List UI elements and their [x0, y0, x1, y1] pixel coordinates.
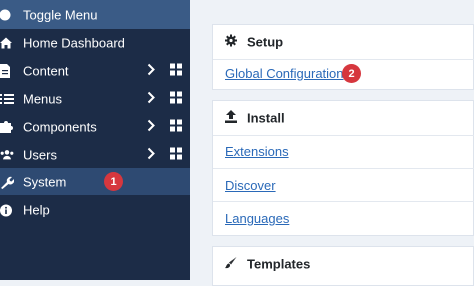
- languages-link[interactable]: Languages: [225, 211, 289, 226]
- sidebar-item-components[interactable]: Components: [0, 113, 190, 141]
- home-icon: [0, 29, 14, 57]
- sidebar-item-users[interactable]: Users: [0, 141, 190, 169]
- sidebar-item-label: Home Dashboard: [23, 35, 125, 51]
- sidebar-item-menus[interactable]: Menus: [0, 85, 190, 113]
- brush-icon: [225, 257, 237, 272]
- sidebar-item-label: Help: [23, 202, 50, 218]
- chevron-right-icon[interactable]: [147, 147, 155, 163]
- puzzle-icon: [0, 113, 14, 141]
- chevron-right-icon[interactable]: [147, 63, 155, 79]
- sidebar-item-label: Content: [23, 63, 69, 79]
- install-card-header: Install: [213, 101, 474, 135]
- users-icon: [0, 141, 14, 169]
- sidebar: Toggle Menu Home Dashboard Content Menus: [0, 0, 190, 280]
- list-icon: [0, 85, 14, 113]
- templates-card: Templates: [212, 246, 474, 286]
- divider: [213, 59, 474, 60]
- discover-link[interactable]: Discover: [225, 178, 276, 193]
- file-icon: [0, 57, 14, 85]
- sidebar-item-label: Menus: [23, 91, 63, 107]
- setup-card-header: Setup: [213, 25, 474, 59]
- divider: [213, 168, 474, 169]
- grid-icon[interactable]: [170, 147, 182, 163]
- templates-card-title: Templates: [247, 256, 311, 272]
- wrench-icon: [0, 168, 14, 195]
- setup-card: Setup Global Configuration 2: [212, 24, 474, 90]
- sidebar-item-home-dashboard[interactable]: Home Dashboard: [0, 29, 190, 57]
- divider: [213, 201, 474, 202]
- toggle-menu-button[interactable]: Toggle Menu: [0, 0, 190, 29]
- global-configuration-link[interactable]: Global Configuration: [225, 66, 344, 81]
- templates-card-header: Templates: [213, 247, 474, 281]
- toggle-menu-label: Toggle Menu: [23, 7, 98, 22]
- chevron-right-icon[interactable]: [147, 119, 155, 135]
- grid-icon[interactable]: [170, 63, 182, 79]
- divider: [213, 135, 474, 136]
- upload-icon: [225, 110, 237, 126]
- gear-icon: [225, 34, 237, 50]
- toggle-icon: [0, 0, 14, 29]
- install-card: Install Extensions Discover Languages: [212, 100, 474, 236]
- grid-icon[interactable]: [170, 119, 182, 135]
- install-card-title: Install: [247, 110, 285, 126]
- grid-icon[interactable]: [170, 91, 182, 107]
- setup-card-title: Setup: [247, 34, 284, 50]
- main-content: Setup Global Configuration 2 Install Ext…: [190, 0, 474, 286]
- info-icon: [0, 196, 14, 224]
- sidebar-item-label: Components: [23, 119, 97, 135]
- sidebar-item-label: Users: [23, 147, 57, 163]
- sidebar-item-label: System: [23, 174, 67, 189]
- sidebar-item-content[interactable]: Content: [0, 57, 190, 85]
- sidebar-item-help[interactable]: Help: [0, 196, 190, 224]
- sidebar-item-system[interactable]: System 1: [0, 168, 190, 195]
- extensions-link[interactable]: Extensions: [225, 144, 289, 159]
- chevron-right-icon[interactable]: [147, 91, 155, 107]
- step-badge: 2: [342, 64, 361, 83]
- step-badge: 1: [104, 172, 123, 191]
